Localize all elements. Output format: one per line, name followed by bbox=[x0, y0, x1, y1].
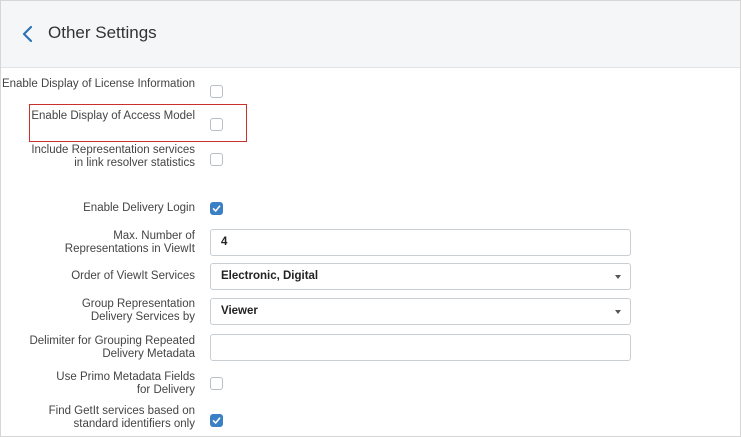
setting-label: Order of ViewIt Services bbox=[71, 270, 195, 282]
group-by-select[interactable]: Viewer bbox=[210, 298, 631, 325]
setting-label: Delimiter for Grouping Repeated Delivery… bbox=[29, 335, 195, 360]
setting-label: Max. Number of Representations in ViewIt bbox=[64, 230, 195, 255]
checkmark-icon bbox=[212, 417, 221, 424]
getit-identifiers-checkbox[interactable] bbox=[210, 414, 223, 427]
viewit-order-select[interactable]: Electronic, Digital bbox=[210, 263, 631, 290]
caret-down-icon bbox=[615, 310, 621, 314]
group-by-value: Viewer bbox=[221, 305, 258, 317]
checkmark-icon bbox=[212, 205, 221, 212]
setting-label: Group Representation Delivery Services b… bbox=[81, 298, 195, 323]
page-title: Other Settings bbox=[48, 23, 157, 42]
caret-down-icon bbox=[615, 275, 621, 279]
max-representations-input[interactable]: 4 bbox=[210, 229, 631, 256]
setting-label: Find GetIt services based on standard id… bbox=[48, 405, 195, 430]
setting-label: Include Representation services in link … bbox=[31, 144, 195, 169]
access-model-checkbox[interactable] bbox=[210, 118, 223, 131]
representation-stats-checkbox[interactable] bbox=[210, 153, 223, 166]
delivery-login-checkbox[interactable] bbox=[210, 202, 223, 215]
setting-label: Enable Display of Access Model bbox=[31, 110, 195, 122]
setting-label: Enable Display of License Information bbox=[1, 78, 195, 90]
license-info-checkbox[interactable] bbox=[210, 85, 223, 98]
page-header: Other Settings bbox=[1, 1, 740, 68]
back-button[interactable] bbox=[19, 22, 37, 46]
other-settings-page: Other Settings Enable Display of License… bbox=[0, 0, 741, 437]
viewit-order-value: Electronic, Digital bbox=[221, 270, 319, 282]
primo-metadata-checkbox[interactable] bbox=[210, 377, 223, 390]
delimiter-input[interactable] bbox=[210, 334, 631, 361]
chevron-left-icon bbox=[22, 25, 33, 43]
setting-label: Use Primo Metadata Fields for Delivery bbox=[56, 371, 195, 396]
setting-label: Enable Delivery Login bbox=[83, 202, 195, 214]
